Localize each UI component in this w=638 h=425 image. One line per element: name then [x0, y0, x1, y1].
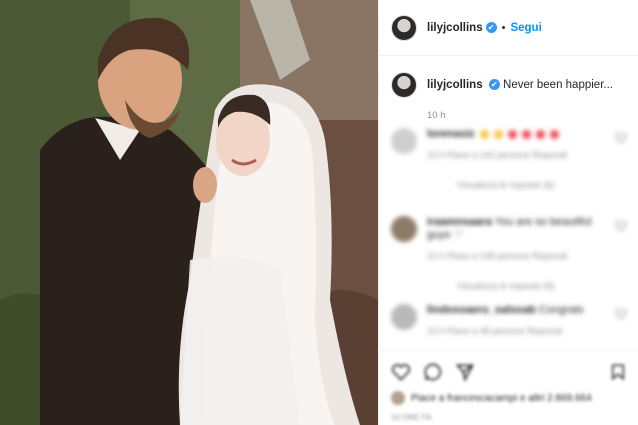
post-view: lilyjcollins ✔ • Segui lilyjcollins ✔ Ne… [0, 0, 638, 425]
post-caption: lilyjcollins ✔ Never been happier... [379, 56, 638, 98]
comments-list: lorenasiz 10 h Piace a 142 persone Rispo… [379, 118, 638, 348]
post-date: 10 ore fa [391, 413, 432, 422]
comment-username[interactable]: lindossaero_salsoab [427, 304, 536, 316]
author-avatar[interactable] [391, 14, 417, 41]
wedding-photo-illustration [0, 0, 378, 425]
separator-dot: • [501, 21, 506, 34]
emoji-icon [493, 129, 503, 139]
comment-body: lorenasiz 10 h Piace a 142 persone Rispo… [427, 128, 615, 206]
comment-text: Congrats [538, 304, 584, 316]
follow-button[interactable]: Segui [510, 22, 541, 34]
comment-heart-icon[interactable] [615, 132, 627, 144]
post-actions: Piace a francescacampi e altri 2.869.664… [379, 350, 638, 422]
share-icon[interactable] [455, 362, 475, 382]
likes-text[interactable]: Piace a francescacampi e altri 2.869.664 [411, 393, 592, 404]
post-header: lilyjcollins ✔ • Segui [379, 0, 638, 56]
comment-line: lorenasiz [427, 128, 615, 140]
verified-badge-icon: ✔ [488, 79, 500, 91]
comment-line: iraamnsaara You are so beautiful guys ♡ [427, 216, 615, 241]
emoji-icon [536, 129, 545, 139]
comment-meta[interactable]: 10 h Piace a 148 persone Rispondi [427, 251, 615, 261]
comment-username[interactable]: iraamnsaara [427, 216, 492, 228]
comment-avatar[interactable] [391, 216, 417, 242]
comment-item: lindossaero_salsoab Congrats 10 h Piace … [379, 294, 638, 348]
comment-icon[interactable] [423, 362, 443, 382]
emoji-icon [479, 129, 489, 139]
comment-line: lindossaero_salsoab Congrats [427, 304, 615, 316]
emoji-icon [550, 129, 560, 139]
caption-username[interactable]: lilyjcollins [427, 79, 483, 91]
comment-heart-icon[interactable] [615, 220, 627, 232]
comment-item: iraamnsaara You are so beautiful guys ♡ … [379, 206, 638, 294]
comment-heart-icon[interactable] [615, 308, 627, 320]
emoji-icon [507, 129, 517, 139]
view-replies-link[interactable]: Visualizza le risposte (9) [457, 281, 615, 291]
comment-meta[interactable]: 10 h Piace a 142 persone Rispondi [427, 150, 615, 160]
caption-text: Never been happier... [503, 79, 613, 91]
verified-badge-icon: ✔ [485, 22, 497, 33]
action-icons [391, 361, 627, 383]
comment-meta[interactable]: 10 h Piace a 48 persone Rispondi [427, 326, 615, 336]
comment-username[interactable]: lorenasiz [427, 128, 475, 140]
post-side-panel: lilyjcollins ✔ • Segui lilyjcollins ✔ Ne… [378, 0, 638, 425]
author-username[interactable]: lilyjcollins [427, 22, 483, 34]
comment-avatar[interactable] [391, 128, 417, 154]
caption-text-block: lilyjcollins ✔ Never been happier... [427, 72, 613, 98]
liker-avatar[interactable] [391, 391, 405, 405]
comment-avatar[interactable] [391, 304, 417, 330]
comment-body: iraamnsaara You are so beautiful guys ♡ … [427, 216, 615, 294]
post-photo[interactable] [0, 0, 378, 425]
view-replies-link[interactable]: Visualizza le risposte (6) [457, 180, 615, 190]
heart-icon[interactable] [391, 362, 411, 382]
emoji-icon [521, 129, 531, 139]
comment-item: lorenasiz 10 h Piace a 142 persone Rispo… [379, 118, 638, 206]
caption-avatar[interactable] [391, 72, 417, 98]
likes-row: Piace a francescacampi e altri 2.869.664 [391, 391, 627, 405]
comment-body: lindossaero_salsoab Congrats 10 h Piace … [427, 304, 615, 348]
bookmark-icon[interactable] [609, 362, 627, 382]
